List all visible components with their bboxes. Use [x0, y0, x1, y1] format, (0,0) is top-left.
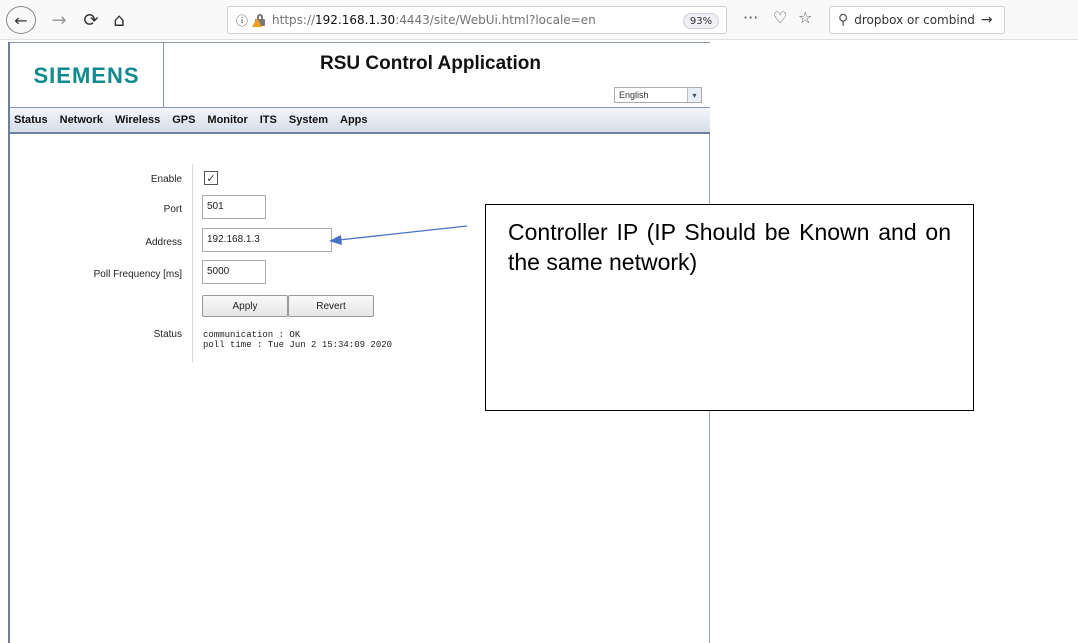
port-label: Port — [163, 204, 182, 215]
menu-item-monitor[interactable]: Monitor — [201, 114, 253, 126]
port-input[interactable]: 501 — [202, 195, 266, 219]
revert-button[interactable]: Revert — [288, 295, 374, 317]
menu-item-network[interactable]: Network — [54, 114, 109, 126]
status-label: Status — [153, 329, 182, 340]
forward-button[interactable]: → — [48, 6, 70, 34]
forward-arrow-icon: → — [51, 9, 67, 31]
url-host: 192.168.1.30 — [315, 13, 396, 27]
menu-item-apps[interactable]: Apps — [334, 114, 374, 126]
pocket-icon[interactable]: ♡ — [773, 8, 787, 27]
reload-icon: ⟳ — [83, 9, 99, 31]
language-value: English — [619, 90, 649, 100]
back-arrow-icon: ← — [14, 10, 28, 30]
annotation-callout: Controller IP (IP Should be Known and on… — [485, 204, 974, 411]
form-divider — [192, 164, 193, 362]
page-title: RSU Control Application — [320, 53, 541, 74]
logo-box: SIEMENS — [10, 43, 164, 108]
annotation-arrow — [329, 225, 468, 245]
address-label: Address — [145, 237, 182, 248]
menu-item-gps[interactable]: GPS — [166, 114, 201, 126]
url-path: :4443/site/WebUi.html?locale=en — [395, 13, 596, 27]
apply-button[interactable]: Apply — [202, 295, 288, 317]
chevron-down-icon: ▾ — [687, 88, 701, 102]
address-input[interactable]: 192.168.1.3 — [202, 228, 332, 252]
poll-frequency-input[interactable]: 5000 — [202, 260, 266, 284]
checkmark-icon: ✓ — [206, 171, 216, 185]
annotation-text: Controller IP (IP Should be Known and on… — [508, 219, 951, 275]
zoom-level-badge[interactable]: 93% — [683, 13, 719, 29]
address-bar[interactable]: ⓘ https://192.168.1.30:4443/site/WebUi.h… — [227, 6, 727, 34]
home-icon: ⌂ — [113, 9, 125, 31]
menu-item-system[interactable]: System — [283, 114, 334, 126]
app-header: SIEMENS RSU Control Application English … — [10, 42, 710, 108]
language-select[interactable]: English ▾ — [614, 87, 702, 103]
search-icon: ⚲ — [838, 12, 849, 28]
menu-item-its[interactable]: ITS — [254, 114, 283, 126]
home-button[interactable]: ⌂ — [108, 6, 130, 34]
reload-button[interactable]: ⟳ — [80, 6, 102, 34]
insecure-lock-icon[interactable] — [252, 14, 266, 27]
browser-toolbar: ← → ⟳ ⌂ ⓘ https://192.168.1.30:4443/site… — [0, 0, 1078, 40]
back-button[interactable]: ← — [6, 6, 36, 34]
url-prefix: https:// — [272, 13, 316, 27]
search-go-icon[interactable]: → — [981, 12, 993, 28]
main-menu: Status Network Wireless GPS Monitor ITS … — [10, 108, 710, 134]
search-bar[interactable]: ⚲ dropbox or combind → — [829, 6, 1005, 34]
menu-item-wireless[interactable]: Wireless — [109, 114, 166, 126]
menu-item-status[interactable]: Status — [10, 114, 54, 126]
status-value: communication : OK poll time : Tue Jun 2… — [203, 330, 393, 350]
poll-frequency-label: Poll Frequency [ms] — [93, 269, 182, 280]
bookmark-star-icon[interactable]: ☆ — [798, 8, 812, 27]
enable-label: Enable — [150, 174, 182, 185]
siemens-logo: SIEMENS — [33, 62, 140, 88]
info-icon[interactable]: ⓘ — [236, 12, 248, 29]
page-actions-menu-icon[interactable]: ··· — [743, 8, 758, 27]
enable-checkbox[interactable]: ✓ — [204, 171, 218, 185]
search-text: dropbox or combind — [854, 13, 975, 27]
